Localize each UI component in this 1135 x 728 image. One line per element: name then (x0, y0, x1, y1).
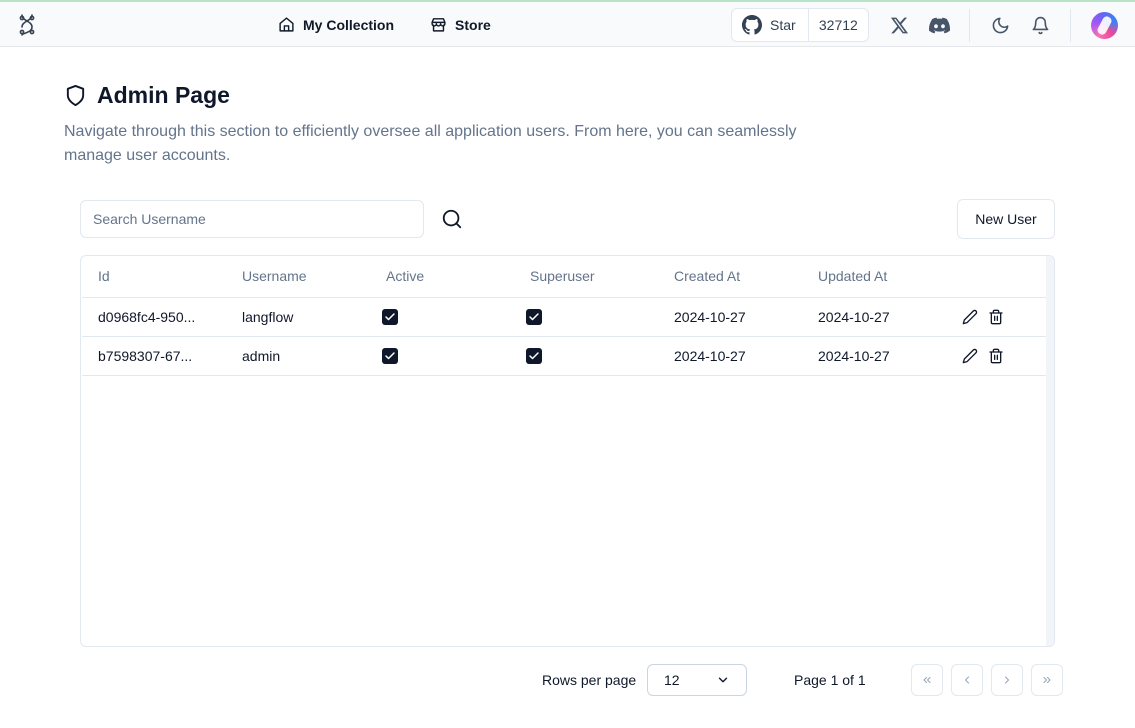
header-divider (1070, 9, 1071, 42)
last-page-button[interactable] (1031, 664, 1063, 696)
pagination-bar: Rows per page 12 Page 1 of 1 (0, 664, 1135, 696)
column-header-superuser: Superuser (514, 256, 658, 298)
cell-created-at: 2024-10-27 (658, 336, 802, 376)
active-checkbox[interactable] (382, 348, 398, 365)
home-icon (279, 17, 294, 32)
rows-per-page-select[interactable]: 12 (647, 664, 747, 696)
github-star-count: 32712 (818, 17, 858, 33)
chevrons-right-icon (1043, 677, 1051, 683)
table-header-row: Id Username Active Superuser Created At … (82, 256, 1046, 298)
column-header-username: Username (226, 256, 370, 298)
store-icon (431, 18, 446, 32)
cell-username: admin (226, 336, 370, 376)
cell-updated-at: 2024-10-27 (802, 297, 946, 337)
active-checkbox[interactable] (382, 309, 398, 326)
rows-per-page-value: 12 (664, 672, 680, 688)
github-star-widget: Star 32712 (731, 8, 869, 42)
page-description: Navigate through this section to efficie… (64, 123, 797, 164)
search-icon[interactable] (440, 207, 464, 231)
github-icon (742, 15, 762, 35)
column-header-active: Active (370, 256, 514, 298)
check-icon (385, 352, 395, 360)
new-user-button[interactable]: New User (957, 199, 1055, 239)
edit-pencil-icon[interactable] (962, 348, 978, 364)
superuser-checkbox[interactable] (526, 309, 542, 326)
cell-username: langflow (226, 297, 370, 337)
main-nav: My Collection Store (272, 2, 497, 47)
moon-icon[interactable] (988, 13, 1012, 37)
search-username-input[interactable] (80, 200, 424, 238)
github-star-button[interactable]: Star (732, 9, 809, 41)
table-row: b7598307-67... admin 2024-10-27 2024-10-… (82, 336, 1046, 376)
header-divider (969, 9, 970, 42)
github-star-label: Star (770, 17, 796, 33)
avatar[interactable] (1091, 12, 1118, 39)
page-title: Admin Page (97, 82, 230, 108)
column-header-id: Id (82, 256, 226, 298)
langflow-logo-icon[interactable] (14, 11, 42, 39)
column-header-updated-at: Updated At (802, 256, 946, 298)
cell-id: b7598307-67... (82, 336, 226, 376)
x-twitter-icon[interactable] (887, 13, 911, 37)
discord-icon[interactable] (927, 13, 951, 37)
check-icon (529, 352, 539, 360)
cell-id: d0968fc4-950... (82, 297, 226, 337)
users-table-container: Id Username Active Superuser Created At … (80, 255, 1055, 647)
table-scrollbar[interactable] (1046, 256, 1054, 646)
cell-created-at: 2024-10-27 (658, 297, 802, 337)
trash-icon[interactable] (988, 348, 1004, 364)
check-icon (529, 313, 539, 321)
shield-icon (66, 84, 85, 107)
superuser-checkbox[interactable] (526, 348, 542, 365)
previous-page-button[interactable] (951, 664, 983, 696)
table-row: d0968fc4-950... langflow 2024-10-27 2024… (82, 297, 1046, 337)
nav-my-collection[interactable]: My Collection (272, 9, 400, 41)
edit-pencil-icon[interactable] (962, 309, 978, 325)
bell-icon[interactable] (1028, 13, 1052, 37)
cell-updated-at: 2024-10-27 (802, 336, 946, 376)
first-page-button[interactable] (911, 664, 943, 696)
chevron-left-icon (965, 676, 969, 684)
trash-icon[interactable] (988, 309, 1004, 325)
app-header: My Collection Store Star 32712 (0, 2, 1135, 47)
nav-store-label: Store (455, 16, 491, 33)
column-header-actions (946, 256, 1046, 298)
page-info: Page 1 of 1 (794, 672, 866, 688)
rows-per-page-label: Rows per page (542, 672, 637, 688)
page-header: Admin Page (64, 82, 230, 109)
chevron-right-icon (1005, 676, 1009, 684)
column-header-created-at: Created At (658, 256, 802, 298)
users-table: Id Username Active Superuser Created At … (82, 256, 1046, 376)
nav-my-collection-label: My Collection (303, 16, 395, 33)
next-page-button[interactable] (991, 664, 1023, 696)
check-icon (385, 313, 395, 321)
chevron-down-icon (718, 677, 728, 683)
nav-store[interactable]: Store (424, 9, 497, 41)
chevrons-left-icon (923, 677, 931, 683)
